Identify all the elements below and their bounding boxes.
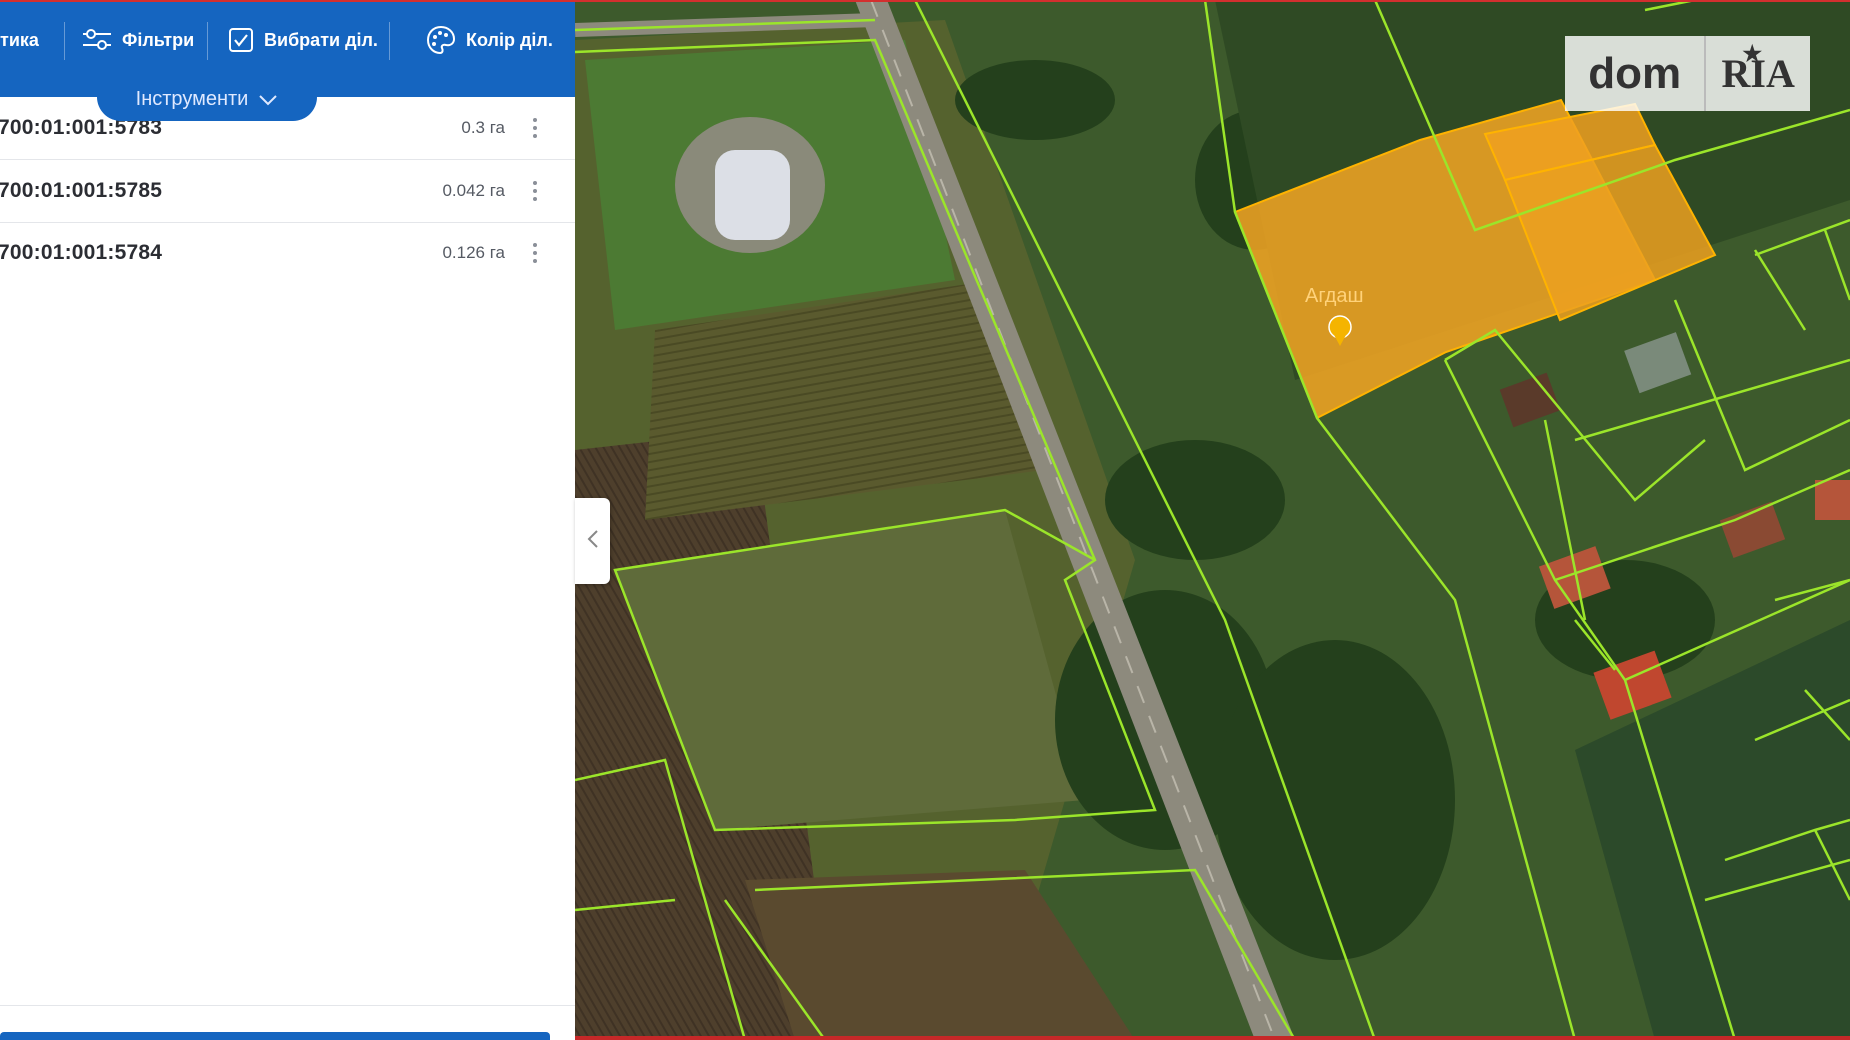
star-icon: ★ xyxy=(1742,41,1763,66)
toolbar-divider xyxy=(207,22,208,60)
parcel-number: 700:01:001:5784 xyxy=(0,241,163,264)
more-options-icon[interactable] xyxy=(529,113,541,143)
more-options-icon[interactable] xyxy=(529,238,541,268)
satellite-map[interactable]: Агдаш xyxy=(575,0,1850,1040)
toolbar-divider xyxy=(64,22,65,60)
parcel-row[interactable]: 700:01:001:5785 0.042 га xyxy=(0,160,575,223)
parcel-number: 700:01:001:5785 xyxy=(0,179,163,202)
more-options-icon[interactable] xyxy=(529,176,541,206)
collapse-panel-button[interactable] xyxy=(575,498,610,584)
panel-bottom-bar xyxy=(0,1032,550,1040)
bottom-accent-line xyxy=(575,1036,1850,1040)
filters-label: Фільтри xyxy=(122,29,195,50)
place-label: Агдаш xyxy=(1305,285,1364,307)
map-canvas[interactable]: Агдаш xyxy=(575,0,1850,1040)
checkbox-icon xyxy=(228,27,254,53)
parcel-sidebar: тика Фільтри Вибрати діл. Колір діл. Інс… xyxy=(0,0,575,1040)
chevron-down-icon xyxy=(258,94,278,106)
top-accent-line xyxy=(0,0,1850,2)
domria-logo: dom ★ RIA xyxy=(1565,36,1810,111)
parcel-color-button[interactable]: Колір діл. xyxy=(426,22,553,58)
panel-footer-divider xyxy=(0,1005,575,1006)
select-parcels-label: Вибрати діл. xyxy=(264,29,378,50)
filter-icon xyxy=(82,28,112,52)
logo-dom-text: dom xyxy=(1588,48,1682,98)
parcel-area: 0.126 га xyxy=(442,243,505,262)
church-building xyxy=(715,150,790,240)
parcel-row[interactable]: 700:01:001:5784 0.126 га xyxy=(0,222,575,284)
analytics-button[interactable]: тика xyxy=(0,22,39,58)
logo-ria-text: ★ RIA xyxy=(1704,36,1810,111)
analytics-label: тика xyxy=(0,29,39,50)
select-parcels-button[interactable]: Вибрати діл. xyxy=(228,22,378,58)
filters-button[interactable]: Фільтри xyxy=(82,22,194,58)
tools-dropdown[interactable]: Інструменти xyxy=(97,78,317,121)
toolbar-divider xyxy=(389,22,390,60)
palette-icon xyxy=(426,25,456,55)
parcel-area: 0.3 га xyxy=(461,118,505,137)
parcel-color-label: Колір діл. xyxy=(466,29,553,50)
chevron-left-icon xyxy=(586,528,600,555)
tools-label: Інструменти xyxy=(135,88,249,110)
parcel-area: 0.042 га xyxy=(442,181,505,200)
